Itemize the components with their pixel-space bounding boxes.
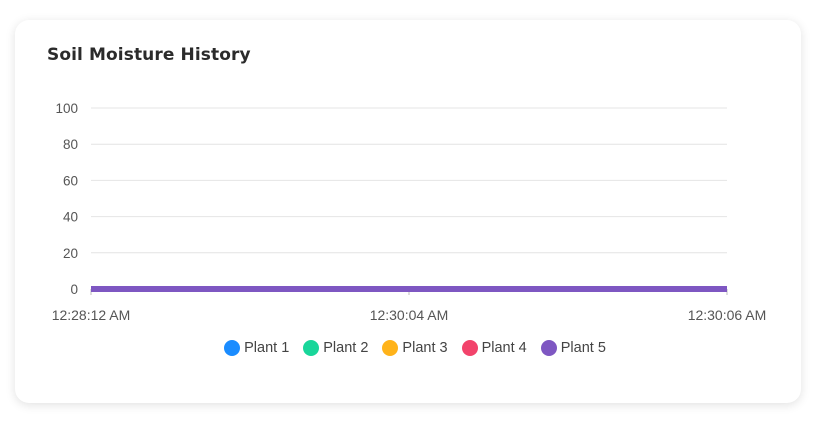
y-tick-label: 0 [70, 282, 78, 297]
chart-legend: Plant 1 Plant 2 Plant 3 Plant 4 Plant 5 [215, 340, 615, 356]
legend-item-plant-4[interactable]: Plant 4 [461, 340, 527, 356]
legend-item-plant-2[interactable]: Plant 2 [303, 340, 368, 356]
legend-label: Plant 2 [323, 340, 369, 356]
chart-plot: 0 20 40 60 80 100 12:28:12 AM 12:30:04 AM 12:30… [52, 101, 767, 320]
y-tick-label: 40 [63, 210, 78, 225]
y-tick-label: 60 [63, 173, 78, 188]
legend-label: Plant 5 [560, 340, 606, 356]
x-tick-label: 12:30:06 AM [688, 307, 767, 320]
legend-label: Plant 4 [481, 340, 527, 356]
legend-item-plant-5[interactable]: Plant 5 [540, 340, 606, 356]
legend-swatch [540, 340, 557, 356]
legend-label: Plant 3 [402, 340, 448, 356]
y-tick-label: 100 [55, 101, 78, 116]
y-axis-ticks: 0 20 40 60 80 100 [55, 101, 78, 297]
legend-item-plant-3[interactable]: Plant 3 [382, 340, 448, 356]
legend-label: Plant 1 [244, 340, 290, 356]
grid-lines [91, 107, 727, 290]
y-tick-label: 80 [63, 137, 78, 152]
legend-swatch [382, 340, 399, 356]
x-tick-label: 12:30:04 AM [370, 307, 449, 320]
legend-swatch [461, 340, 478, 356]
x-axis-ticks: 12:28:12 AM 12:30:04 AM 12:30:06 AM [52, 289, 767, 320]
y-tick-label: 20 [63, 246, 78, 261]
legend-swatch [224, 340, 241, 356]
legend-swatch [303, 340, 320, 356]
chart-card: Soil Moisture History 0 20 40 60 80 100 12:28… [15, 20, 801, 403]
x-tick-label: 12:28:12 AM [52, 307, 131, 320]
legend-item-plant-1[interactable]: Plant 1 [224, 340, 289, 356]
